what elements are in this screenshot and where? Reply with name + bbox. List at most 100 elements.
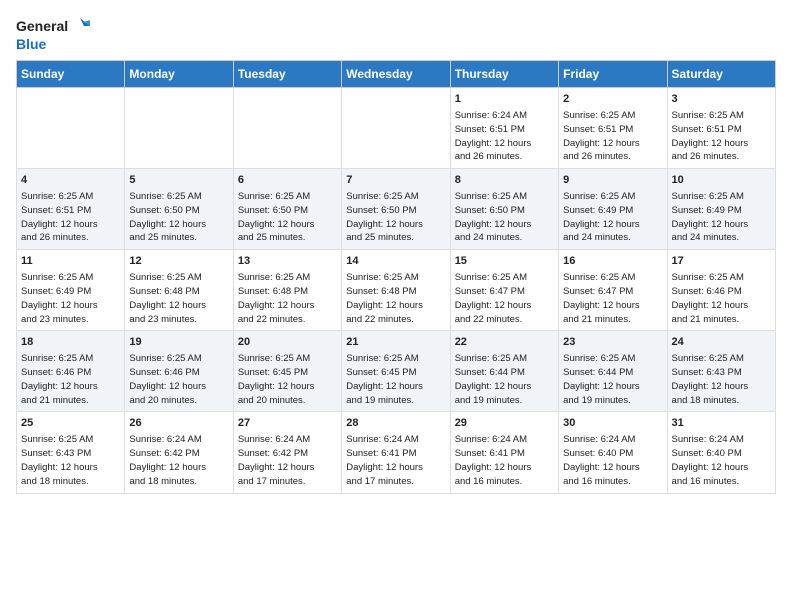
calendar-cell: 18Sunrise: 6:25 AM Sunset: 6:46 PM Dayli…: [17, 331, 125, 412]
calendar-cell: 19Sunrise: 6:25 AM Sunset: 6:46 PM Dayli…: [125, 331, 233, 412]
calendar-cell: 30 Sunrise: 6:24 AM Sunset: 6:40 PM Dayli…: [559, 412, 667, 493]
calendar-cell: [233, 88, 341, 169]
calendar-cell: 11 Sunrise: 6:25 AM Sunset: 6:49 PM Dayli…: [17, 250, 125, 331]
header-cell-sunday: Sunday: [17, 61, 125, 88]
day-number: 3: [672, 92, 771, 107]
day-number: 12: [129, 254, 228, 269]
cell-content: Sunrise: 6:25 AM Sunset: 6:51 PM Dayligh…: [672, 110, 749, 162]
day-number: 1: [455, 92, 554, 107]
calendar-body: 1 Sunrise: 6:24 AM Sunset: 6:51 PM Daylig…: [17, 88, 776, 493]
cell-content: Sunrise: 6:25 AM Sunset: 6:49 PM Dayligh…: [21, 272, 98, 324]
calendar-cell: 3 Sunrise: 6:25 AM Sunset: 6:51 PM Daylig…: [667, 88, 775, 169]
cell-content: Sunrise: 6:25 AM Sunset: 6:43 PM Dayligh…: [672, 353, 749, 405]
calendar-cell: 6 Sunrise: 6:25 AM Sunset: 6:50 PM Daylig…: [233, 169, 341, 250]
header-cell-thursday: Thursday: [450, 61, 558, 88]
day-number: 16: [563, 254, 662, 269]
calendar-cell: 25Sunrise: 6:25 AM Sunset: 6:43 PM Dayli…: [17, 412, 125, 493]
logo-bird-icon: [70, 16, 90, 36]
cell-content: Sunrise: 6:25 AM Sunset: 6:50 PM Dayligh…: [238, 191, 315, 243]
logo-blue: Blue: [16, 36, 46, 52]
day-number: 25: [21, 416, 120, 431]
calendar-cell: 8Sunrise: 6:25 AM Sunset: 6:50 PM Daylig…: [450, 169, 558, 250]
cell-content: Sunrise: 6:24 AM Sunset: 6:41 PM Dayligh…: [346, 434, 423, 486]
calendar-header: SundayMondayTuesdayWednesdayThursdayFrid…: [17, 61, 776, 88]
day-number: 22: [455, 335, 554, 350]
cell-content: Sunrise: 6:25 AM Sunset: 6:50 PM Dayligh…: [129, 191, 206, 243]
day-number: 26: [129, 416, 228, 431]
calendar-cell: 9 Sunrise: 6:25 AM Sunset: 6:49 PM Daylig…: [559, 169, 667, 250]
day-number: 18: [21, 335, 120, 350]
cell-content: Sunrise: 6:25 AM Sunset: 6:46 PM Dayligh…: [672, 272, 749, 324]
calendar-cell: 27 Sunrise: 6:24 AM Sunset: 6:42 PM Dayli…: [233, 412, 341, 493]
cell-content: Sunrise: 6:24 AM Sunset: 6:40 PM Dayligh…: [672, 434, 749, 486]
day-number: 23: [563, 335, 662, 350]
header-cell-saturday: Saturday: [667, 61, 775, 88]
week-row-5: 25Sunrise: 6:25 AM Sunset: 6:43 PM Dayli…: [17, 412, 776, 493]
calendar-cell: 31 Sunrise: 6:24 AM Sunset: 6:40 PM Dayli…: [667, 412, 775, 493]
calendar-cell: 5Sunrise: 6:25 AM Sunset: 6:50 PM Daylig…: [125, 169, 233, 250]
cell-content: Sunrise: 6:25 AM Sunset: 6:47 PM Dayligh…: [455, 272, 532, 324]
cell-content: Sunrise: 6:24 AM Sunset: 6:51 PM Dayligh…: [455, 110, 532, 162]
calendar-cell: 17 Sunrise: 6:25 AM Sunset: 6:46 PM Dayli…: [667, 250, 775, 331]
calendar-cell: 14Sunrise: 6:25 AM Sunset: 6:48 PM Dayli…: [342, 250, 450, 331]
calendar-cell: 16 Sunrise: 6:25 AM Sunset: 6:47 PM Dayli…: [559, 250, 667, 331]
cell-content: Sunrise: 6:24 AM Sunset: 6:42 PM Dayligh…: [238, 434, 315, 486]
day-number: 24: [672, 335, 771, 350]
cell-content: Sunrise: 6:25 AM Sunset: 6:51 PM Dayligh…: [563, 110, 640, 162]
day-number: 13: [238, 254, 337, 269]
cell-content: Sunrise: 6:25 AM Sunset: 6:51 PM Dayligh…: [21, 191, 98, 243]
calendar-cell: 23Sunrise: 6:25 AM Sunset: 6:44 PM Dayli…: [559, 331, 667, 412]
cell-content: Sunrise: 6:25 AM Sunset: 6:46 PM Dayligh…: [129, 353, 206, 405]
calendar-cell: [342, 88, 450, 169]
day-number: 21: [346, 335, 445, 350]
day-number: 27: [238, 416, 337, 431]
header-cell-wednesday: Wednesday: [342, 61, 450, 88]
logo: General Blue: [16, 16, 90, 52]
calendar-cell: 22 Sunrise: 6:25 AM Sunset: 6:44 PM Dayli…: [450, 331, 558, 412]
header-cell-friday: Friday: [559, 61, 667, 88]
day-number: 17: [672, 254, 771, 269]
calendar-cell: 24 Sunrise: 6:25 AM Sunset: 6:43 PM Dayli…: [667, 331, 775, 412]
page-header: General Blue: [16, 16, 776, 52]
day-number: 6: [238, 173, 337, 188]
calendar-cell: 28 Sunrise: 6:24 AM Sunset: 6:41 PM Dayli…: [342, 412, 450, 493]
calendar-cell: 29Sunrise: 6:24 AM Sunset: 6:41 PM Dayli…: [450, 412, 558, 493]
cell-content: Sunrise: 6:25 AM Sunset: 6:49 PM Dayligh…: [672, 191, 749, 243]
day-number: 30: [563, 416, 662, 431]
cell-content: Sunrise: 6:24 AM Sunset: 6:42 PM Dayligh…: [129, 434, 206, 486]
day-number: 9: [563, 173, 662, 188]
day-number: 28: [346, 416, 445, 431]
cell-content: Sunrise: 6:24 AM Sunset: 6:40 PM Dayligh…: [563, 434, 640, 486]
calendar-cell: 20Sunrise: 6:25 AM Sunset: 6:45 PM Dayli…: [233, 331, 341, 412]
week-row-1: 1 Sunrise: 6:24 AM Sunset: 6:51 PM Daylig…: [17, 88, 776, 169]
calendar-cell: 15Sunrise: 6:25 AM Sunset: 6:47 PM Dayli…: [450, 250, 558, 331]
header-row: SundayMondayTuesdayWednesdayThursdayFrid…: [17, 61, 776, 88]
cell-content: Sunrise: 6:25 AM Sunset: 6:49 PM Dayligh…: [563, 191, 640, 243]
logo-general: General: [16, 18, 68, 34]
week-row-2: 4 Sunrise: 6:25 AM Sunset: 6:51 PM Daylig…: [17, 169, 776, 250]
day-number: 2: [563, 92, 662, 107]
day-number: 8: [455, 173, 554, 188]
cell-content: Sunrise: 6:25 AM Sunset: 6:45 PM Dayligh…: [346, 353, 423, 405]
cell-content: Sunrise: 6:25 AM Sunset: 6:48 PM Dayligh…: [129, 272, 206, 324]
cell-content: Sunrise: 6:25 AM Sunset: 6:48 PM Dayligh…: [238, 272, 315, 324]
day-number: 4: [21, 173, 120, 188]
cell-content: Sunrise: 6:25 AM Sunset: 6:44 PM Dayligh…: [455, 353, 532, 405]
cell-content: Sunrise: 6:25 AM Sunset: 6:45 PM Dayligh…: [238, 353, 315, 405]
calendar-cell: 2 Sunrise: 6:25 AM Sunset: 6:51 PM Daylig…: [559, 88, 667, 169]
calendar-cell: [17, 88, 125, 169]
day-number: 11: [21, 254, 120, 269]
day-number: 10: [672, 173, 771, 188]
day-number: 7: [346, 173, 445, 188]
day-number: 31: [672, 416, 771, 431]
logo-container: General Blue: [16, 16, 90, 52]
header-cell-monday: Monday: [125, 61, 233, 88]
calendar-cell: 26 Sunrise: 6:24 AM Sunset: 6:42 PM Dayli…: [125, 412, 233, 493]
calendar-cell: 10 Sunrise: 6:25 AM Sunset: 6:49 PM Dayli…: [667, 169, 775, 250]
calendar-cell: 7Sunrise: 6:25 AM Sunset: 6:50 PM Daylig…: [342, 169, 450, 250]
header-cell-tuesday: Tuesday: [233, 61, 341, 88]
calendar-cell: 1 Sunrise: 6:24 AM Sunset: 6:51 PM Daylig…: [450, 88, 558, 169]
calendar-cell: 4 Sunrise: 6:25 AM Sunset: 6:51 PM Daylig…: [17, 169, 125, 250]
cell-content: Sunrise: 6:25 AM Sunset: 6:47 PM Dayligh…: [563, 272, 640, 324]
week-row-4: 18 Sunrise: 6:25 AM Sunset: 6:46 PM Dayli…: [17, 331, 776, 412]
